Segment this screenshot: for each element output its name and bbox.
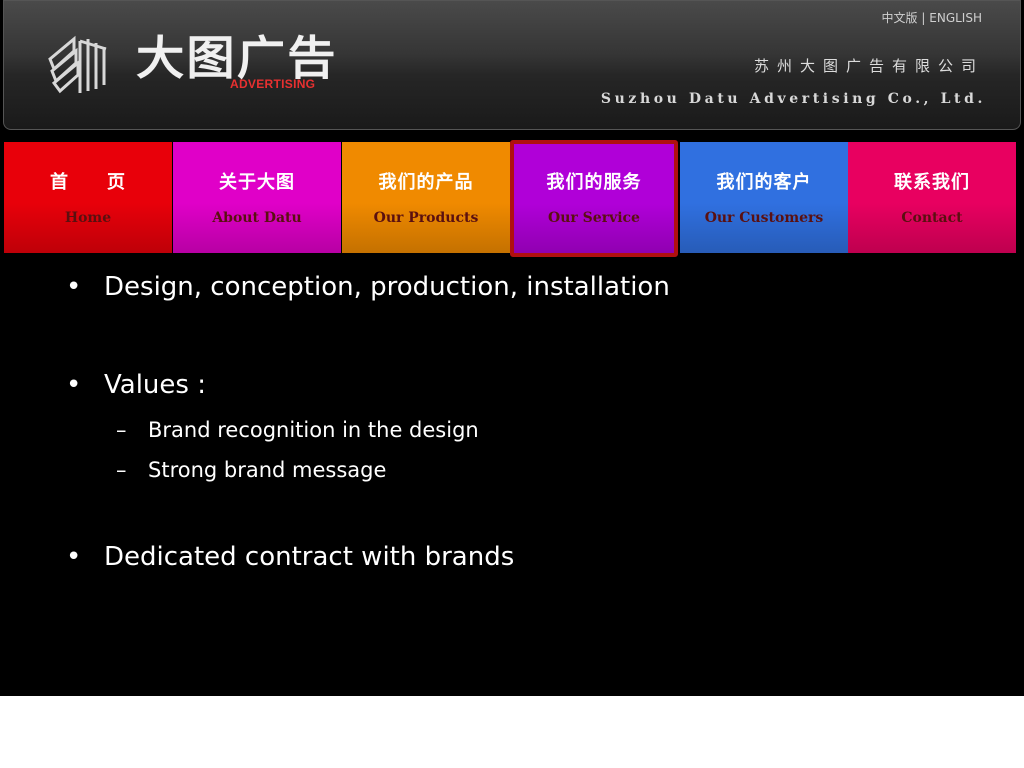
lang-separator: | [921,11,926,25]
sub-bullet-text: Strong brand message [148,458,387,482]
bullet-symbol: • [66,272,82,302]
nav-item-contact[interactable]: 联系我们 Contact [848,142,1016,253]
nav-item-service[interactable]: 我们的服务 Our Service [510,140,678,257]
logo-chinese-text: 大图广告 [136,31,338,85]
dash-symbol: – [116,418,127,442]
lang-chinese-link[interactable]: 中文版 [882,11,918,25]
nav-item-products[interactable]: 我们的产品 Our Products [342,142,510,253]
dash-symbol: – [116,458,127,482]
nav-item-label-cn: 我们的客户 [716,172,812,193]
main-navigation: 首 页 Home 关于大图 About Datu 我们的产品 Our Produ… [4,140,1016,257]
bullet-text: Dedicated contract with brands [104,542,515,572]
slide: 大图广告 ADVERTISING 中文版 | ENGLISH 苏州大图广告有限公… [0,0,1024,696]
logo-english-text: ADVERTISING [230,77,316,91]
nav-item-label-en: Contact [901,210,963,226]
company-name-english: Suzhou Datu Advertising Co., Ltd. [600,91,986,107]
nav-item-label-en: About Datu [212,210,302,226]
nav-item-label-en: Our Service [548,210,640,226]
nav-item-label-cn: 关于大图 [219,172,295,193]
nav-item-label-en: Our Customers [704,210,824,226]
nav-item-label-cn: 联系我们 [894,172,970,193]
site-header: 大图广告 ADVERTISING 中文版 | ENGLISH 苏州大图广告有限公… [3,0,1021,130]
lang-english-link[interactable]: ENGLISH [929,11,982,25]
nav-item-label-cn: 首 页 [50,172,126,193]
nav-item-label-en: Our Products [373,210,479,226]
bullet-symbol: • [66,542,82,572]
nav-item-about[interactable]: 关于大图 About Datu [173,142,341,253]
sub-bullet-text: Brand recognition in the design [148,418,479,442]
nav-item-label-en: Home [64,210,112,226]
language-switcher: 中文版 | ENGLISH [882,9,982,26]
company-name-chinese: 苏州大图广告有限公司 [753,57,984,75]
nav-item-label-cn: 我们的产品 [378,172,474,193]
nav-item-label-cn: 我们的服务 [546,172,642,193]
bullet-text: Values : [104,370,206,400]
logo-icon [48,35,107,94]
bullet-symbol: • [66,370,82,400]
bullet-text: Design, conception, production, installa… [104,272,670,302]
nav-item-home[interactable]: 首 页 Home [4,142,172,253]
nav-item-customers[interactable]: 我们的客户 Our Customers [680,142,848,253]
